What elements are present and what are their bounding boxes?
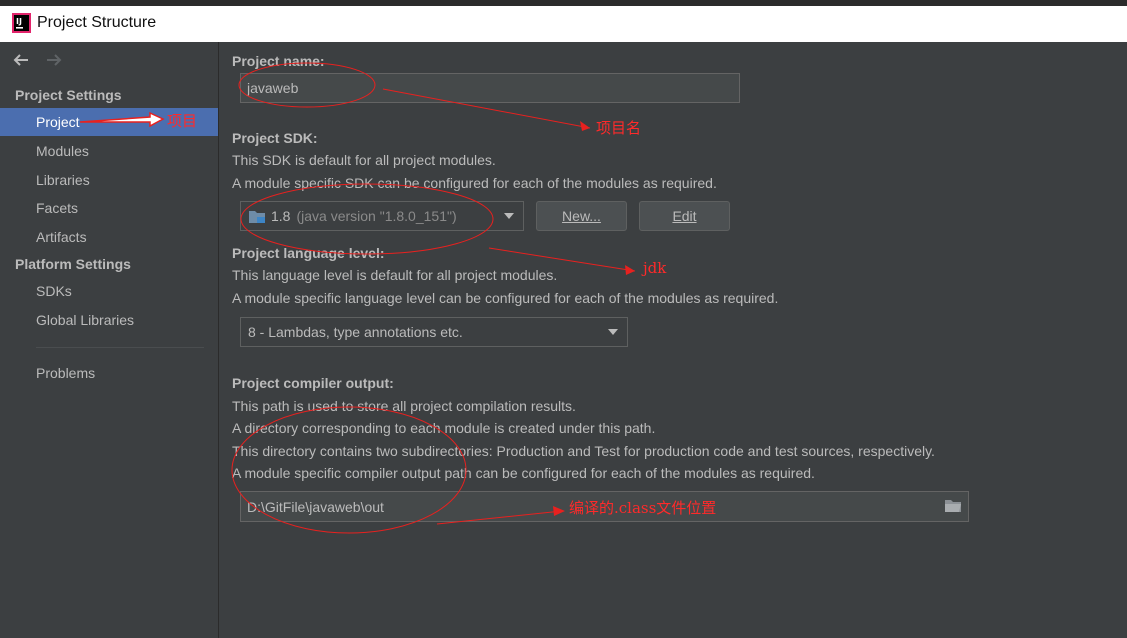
language-level-dropdown[interactable]: 8 - Lambdas, type annotations etc. [240,317,628,347]
project-name-value: javaweb [247,80,299,96]
sidebar-item-libraries[interactable]: Libraries [0,166,218,194]
project-sdk-description-2: A module specific SDK can be configured … [232,175,717,191]
sidebar-item-global-libraries[interactable]: Global Libraries [0,306,218,334]
new-sdk-button[interactable]: New... [536,201,627,231]
compiler-output-description-1: This path is used to store all project c… [232,398,576,414]
sdk-name: 1.8 [271,208,291,224]
annotation-label-jdk: jdk [643,259,667,277]
project-name-label: Project name: [232,53,325,69]
language-level-label: Project language level: [232,245,385,261]
edit-sdk-button[interactable]: Edit [639,201,730,231]
platform-settings-header: Platform Settings [15,256,131,272]
language-level-description-2: A module specific language level can be … [232,290,779,306]
sidebar-item-modules[interactable]: Modules [0,137,218,165]
window-title: Project Structure [37,14,157,31]
project-sdk-description-1: This SDK is default for all project modu… [232,152,496,168]
annotation-label-project-name: 项目名 [596,119,642,137]
compiler-output-description-2: A directory corresponding to each module… [232,420,656,436]
chevron-down-icon [608,329,618,335]
compiler-output-description-3: This directory contains two subdirectori… [232,443,935,459]
compiler-output-description-4: A module specific compiler output path c… [232,465,815,481]
edit-sdk-button-label: Edit [672,208,697,224]
project-sdk-label: Project SDK: [232,130,318,146]
title-bar: IJ Project Structure [0,6,1127,42]
sdk-folder-icon [249,211,265,223]
sidebar-item-problems[interactable]: Problems [0,359,218,387]
compiler-output-label: Project compiler output: [232,375,394,391]
sidebar: Project Settings Project Modules Librari… [0,42,219,638]
browse-folder-icon[interactable] [944,498,962,513]
svg-text:IJ: IJ [16,17,22,26]
language-level-value: 8 - Lambdas, type annotations etc. [248,324,463,340]
intellij-app-icon: IJ [12,13,31,33]
project-settings-panel: Project name: javaweb Project SDK: This … [219,42,1127,638]
sidebar-item-facets[interactable]: Facets [0,194,218,222]
sdk-version: (java version "1.8.0_151") [296,208,457,224]
project-settings-header: Project Settings [15,87,122,103]
sidebar-item-sdks[interactable]: SDKs [0,277,218,305]
back-arrow-icon[interactable] [11,50,31,70]
annotation-label-project: 项目 [167,112,198,130]
project-sdk-dropdown[interactable]: 1.8 (java version "1.8.0_151") [240,201,524,231]
forward-arrow-icon[interactable] [44,50,64,70]
chevron-down-icon [504,213,514,219]
sidebar-item-artifacts[interactable]: Artifacts [0,223,218,251]
project-name-input[interactable]: javaweb [240,73,740,103]
annotation-label-class-output: 编译的.class文件位置 [569,499,717,517]
sidebar-divider [36,347,204,348]
compiler-output-path-value: D:\GitFile\javaweb\out [247,498,384,515]
language-level-description-1: This language level is default for all p… [232,267,558,283]
new-sdk-button-label: New... [562,208,601,224]
